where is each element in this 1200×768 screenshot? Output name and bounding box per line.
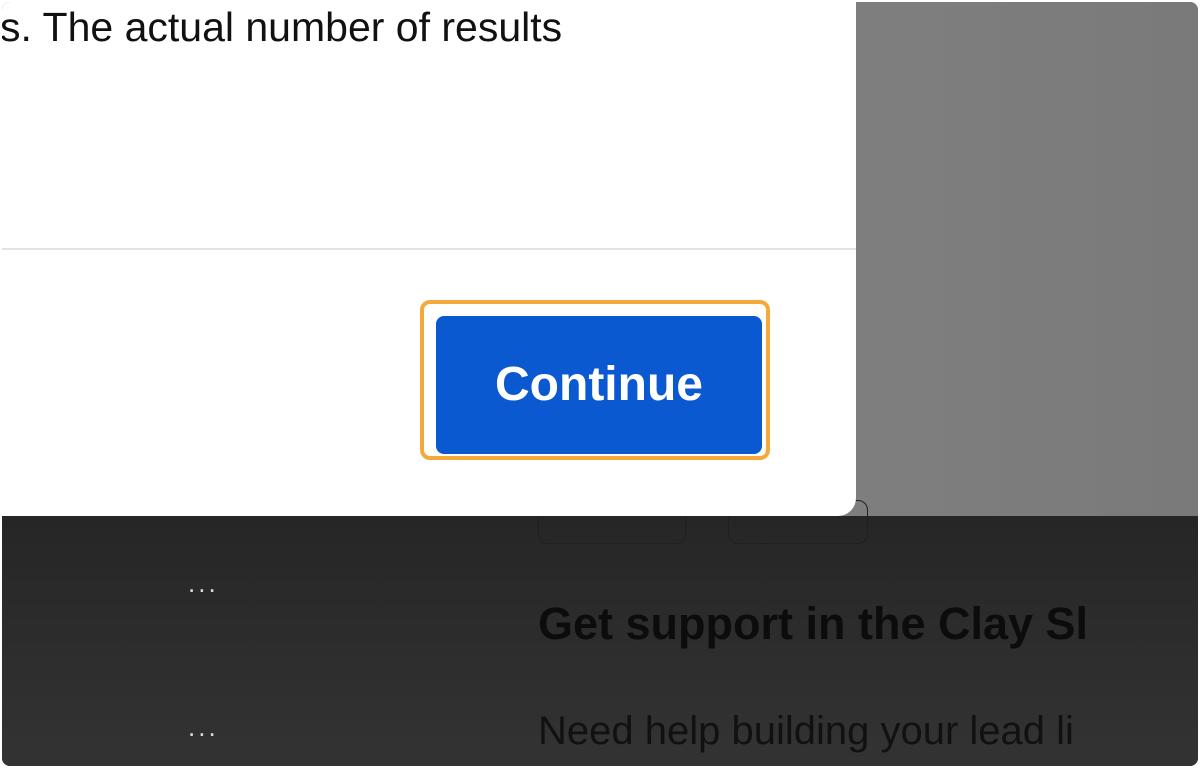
more-options-icon: ... bbox=[188, 712, 219, 742]
support-heading: Get support in the Clay Sl bbox=[538, 598, 1089, 649]
more-options-icon: ... bbox=[188, 568, 219, 598]
continue-button[interactable]: Continue bbox=[436, 316, 762, 454]
dialog-body-text: s. The actual number of results bbox=[2, 4, 563, 50]
dialog: s. The actual number of results Continue bbox=[2, 2, 856, 516]
support-description: Need help building your lead li bbox=[538, 709, 1074, 753]
dialog-footer-divider bbox=[2, 248, 856, 250]
app-window: ... ... Get support in the Clay Sl Need … bbox=[2, 2, 1198, 766]
